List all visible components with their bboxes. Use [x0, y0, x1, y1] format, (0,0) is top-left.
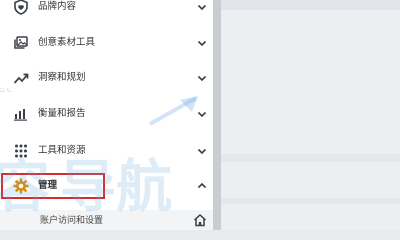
sidebar-item-tools-resources[interactable]: 工具和资源: [0, 139, 213, 163]
sidebar-item-insights-planning[interactable]: 洞察和规划: [0, 66, 213, 90]
sidebar-item-brand-content[interactable]: 品牌内容: [0, 0, 213, 19]
sidebar-item-label: 品牌内容: [38, 1, 77, 12]
chevron-down-icon[interactable]: [196, 108, 208, 120]
sidebar-item-label: 洞察和规划: [38, 72, 86, 83]
trend-up-icon: [13, 73, 29, 84]
sidebar-nav: 品牌内容 创意素材工具 洞察和规划 衡量和报告 工具和资源 管理 账户访问和设置…: [0, 0, 213, 230]
highlight-box: [1, 173, 105, 199]
media-library-icon: [14, 36, 28, 49]
shield-heart-icon: [14, 0, 28, 15]
content-top-band: [221, 0, 400, 10]
sidebar-item-label: 创意素材工具: [38, 37, 96, 48]
grid-dots-icon: [15, 144, 27, 158]
sidebar-item-creative-tools[interactable]: 创意素材工具: [0, 31, 213, 55]
chevron-up-icon[interactable]: [196, 180, 208, 192]
sidebar-scrollbar[interactable]: [213, 0, 221, 230]
main-content: [221, 0, 400, 230]
sidebar-item-measurement-reporting[interactable]: 衡量和报告: [0, 102, 213, 126]
sidebar-item-label: 工具和资源: [38, 145, 86, 156]
chevron-down-icon[interactable]: [196, 1, 208, 13]
chevron-down-icon[interactable]: [196, 72, 208, 84]
content-band: [221, 154, 400, 162]
sidebar-item-label: 衡量和报告: [38, 108, 86, 119]
bar-chart-icon: [14, 109, 27, 121]
sidebar-subitem-account-access[interactable]: 账户访问和设置: [0, 210, 213, 230]
content-band: [221, 198, 400, 204]
chevron-down-icon[interactable]: [196, 37, 208, 49]
sidebar-subitem-label: 账户访问和设置: [40, 216, 104, 226]
home-icon[interactable]: [193, 213, 207, 227]
chevron-down-icon[interactable]: [196, 145, 208, 157]
